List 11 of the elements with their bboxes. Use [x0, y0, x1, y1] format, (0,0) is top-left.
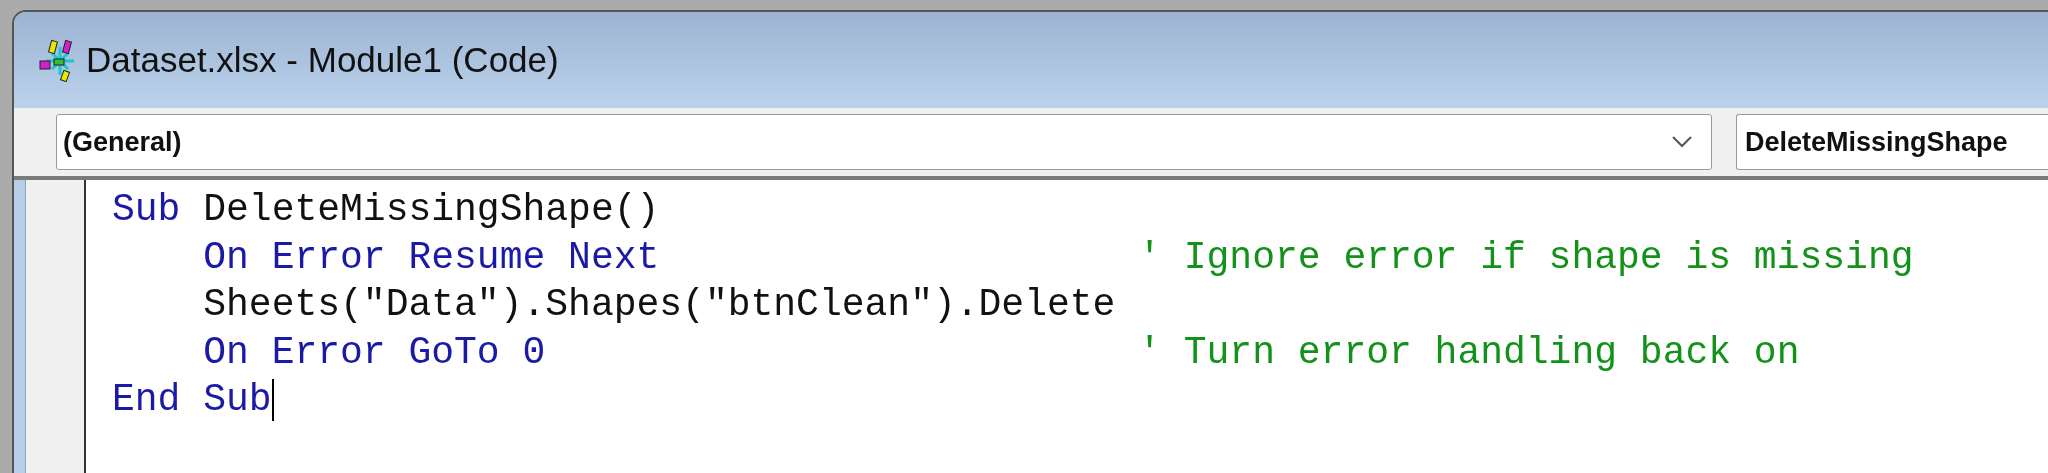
code-line: On Error Resume Next — [202, 234, 661, 281]
window-title: Dataset.xlsx - Module1 (Code) — [86, 38, 559, 81]
code-comment: ' Turn error handling back on — [1138, 329, 1800, 376]
code-comment: ' Ignore error if shape is missing — [1138, 234, 1914, 281]
procedure-dropdown[interactable]: DeleteMissingShape — [1736, 114, 2048, 170]
code-line: End Sub — [112, 377, 275, 423]
chevron-down-icon — [1671, 135, 1693, 149]
code-line: Sheets("Data").Shapes("btnClean").Delete — [202, 282, 1117, 328]
code-line: On Error GoTo 0 — [202, 329, 547, 376]
code-line: Sub DeleteMissingShape() — [112, 187, 661, 233]
object-dropdown[interactable]: (General) — [56, 114, 1712, 170]
